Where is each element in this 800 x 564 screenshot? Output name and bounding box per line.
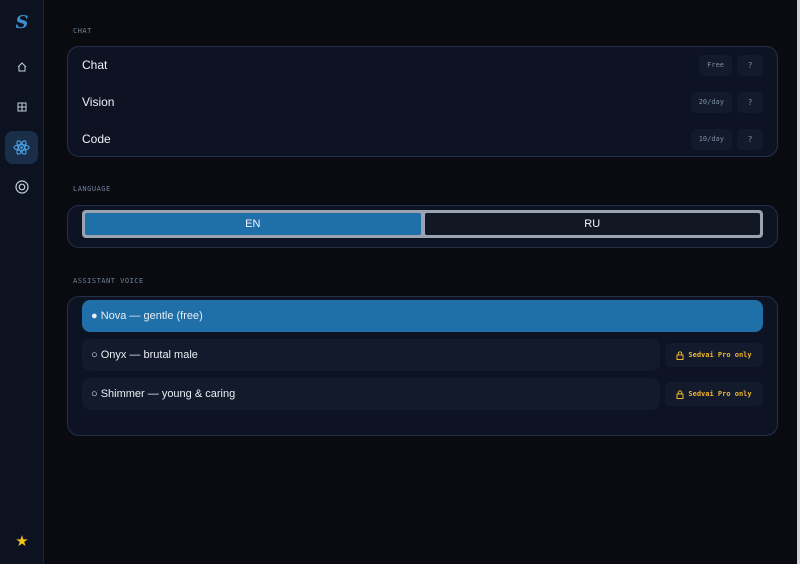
voice-option-nova[interactable]: ● Nova — gentle (free) (82, 300, 763, 332)
pro-only-label: Sedvai Pro only (688, 390, 752, 398)
chat-section-title: CHAT (73, 27, 92, 35)
voice-option-onyx[interactable]: ○ Onyx — brutal male (82, 339, 660, 371)
home-icon[interactable] (5, 50, 38, 83)
limit-badge: 10/day (690, 128, 732, 150)
help-button[interactable]: ? (737, 91, 763, 113)
language-card: EN RU (67, 205, 778, 248)
star-icon[interactable]: ★ (0, 532, 44, 550)
voice-section-title: ASSISTANT VOICE (73, 277, 144, 285)
atom-icon[interactable] (5, 131, 38, 164)
target-icon[interactable] (5, 170, 38, 203)
chat-row: Code 10/day ? (82, 124, 763, 154)
lock-icon (676, 389, 684, 399)
app-logo[interactable]: S (0, 12, 44, 33)
limit-badge: 20/day (690, 91, 732, 113)
chat-limits-card: Chat Free ? Vision 20/day ? Code 10/day … (67, 46, 778, 157)
help-button[interactable]: ? (737, 128, 763, 150)
chat-row-label: Vision (82, 95, 115, 109)
voice-option-shimmer[interactable]: ○ Shimmer — young & caring (82, 378, 660, 410)
language-section-title: LANGUAGE (73, 185, 111, 193)
chat-row: Chat Free ? (82, 50, 763, 80)
limit-badge: Free (699, 54, 732, 76)
language-option-ru[interactable]: RU (424, 213, 760, 235)
language-toggle: EN RU (82, 210, 763, 238)
sidebar: S ★ (0, 0, 44, 564)
pro-only-label: Sedvai Pro only (688, 351, 752, 359)
pro-only-badge: Sedvai Pro only (665, 343, 763, 367)
chat-row-label: Code (82, 132, 111, 146)
pro-only-badge: Sedvai Pro only (665, 382, 763, 406)
chat-row: Vision 20/day ? (82, 87, 763, 117)
voice-card: ● Nova — gentle (free) ○ Onyx — brutal m… (67, 296, 778, 436)
lock-icon (676, 350, 684, 360)
chat-row-label: Chat (82, 58, 108, 72)
language-option-en[interactable]: EN (85, 213, 421, 235)
grid-icon[interactable] (5, 90, 38, 123)
help-button[interactable]: ? (737, 54, 763, 76)
